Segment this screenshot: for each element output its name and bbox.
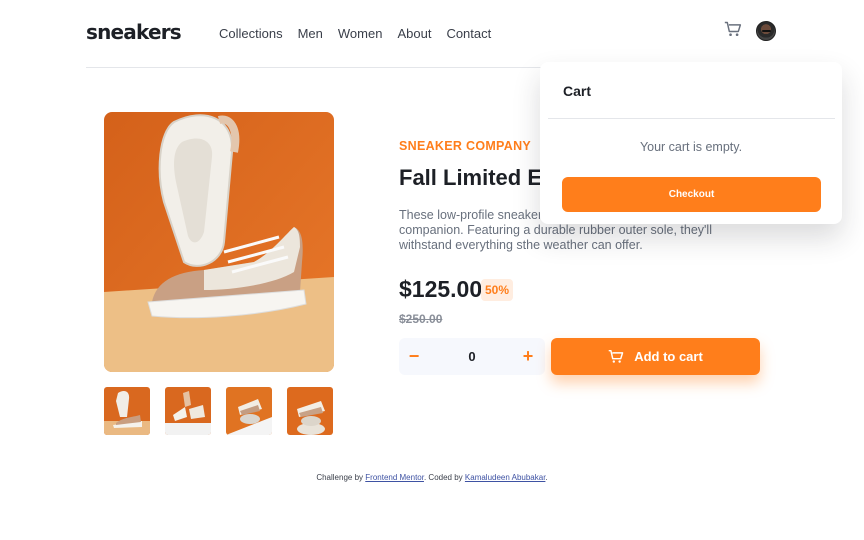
checkout-button[interactable]: Checkout bbox=[562, 177, 821, 212]
original-price: $250.00 bbox=[399, 312, 443, 326]
frontend-mentor-link[interactable]: Frontend Mentor bbox=[365, 473, 424, 482]
product-price: $125.00 bbox=[399, 276, 483, 302]
nav-item-men[interactable]: Men bbox=[298, 26, 323, 41]
quantity-stepper: − 0 + bbox=[399, 338, 545, 375]
main-nav: Collections Men Women About Contact bbox=[219, 26, 491, 41]
quantity-plus-button[interactable]: + bbox=[513, 338, 543, 375]
cart-dropdown: Cart Your cart is empty. Checkout bbox=[540, 62, 842, 224]
attribution-coded-prefix: . Coded by bbox=[423, 473, 463, 482]
thumbnail-2[interactable] bbox=[165, 387, 211, 435]
author-link[interactable]: Kamaludeen Abubakar bbox=[465, 473, 546, 482]
cart-divider bbox=[548, 118, 835, 119]
user-avatar[interactable] bbox=[756, 21, 776, 41]
nav-item-contact[interactable]: Contact bbox=[446, 26, 491, 41]
thumbnail-4[interactable] bbox=[287, 387, 333, 435]
sneaker-photo bbox=[104, 112, 334, 372]
logo[interactable]: sneakers bbox=[86, 20, 182, 44]
thumbnail-3[interactable] bbox=[226, 387, 272, 435]
nav-item-collections[interactable]: Collections bbox=[219, 26, 283, 41]
attribution-suffix: . bbox=[545, 473, 548, 482]
product-company: SNEAKER COMPANY bbox=[399, 139, 532, 153]
product-main-image[interactable] bbox=[104, 112, 334, 372]
add-to-cart-button[interactable]: Add to cart bbox=[551, 338, 760, 375]
cart-icon bbox=[608, 349, 624, 363]
cart-empty-message: Your cart is empty. bbox=[639, 140, 743, 154]
nav-item-women[interactable]: Women bbox=[338, 26, 383, 41]
add-to-cart-label: Add to cart bbox=[634, 349, 703, 364]
attribution-prefix: Challenge by bbox=[316, 473, 364, 482]
discount-badge: 50% bbox=[481, 279, 513, 301]
nav-item-about[interactable]: About bbox=[397, 26, 431, 41]
cart-icon[interactable] bbox=[724, 20, 742, 38]
attribution: Challenge by Frontend Mentor. Coded by K… bbox=[0, 473, 864, 482]
cart-title: Cart bbox=[563, 83, 592, 99]
site-header: sneakers Collections Men Women About Con… bbox=[86, 0, 778, 68]
thumbnail-1[interactable] bbox=[104, 387, 150, 435]
thumbnail-strip bbox=[104, 387, 333, 435]
